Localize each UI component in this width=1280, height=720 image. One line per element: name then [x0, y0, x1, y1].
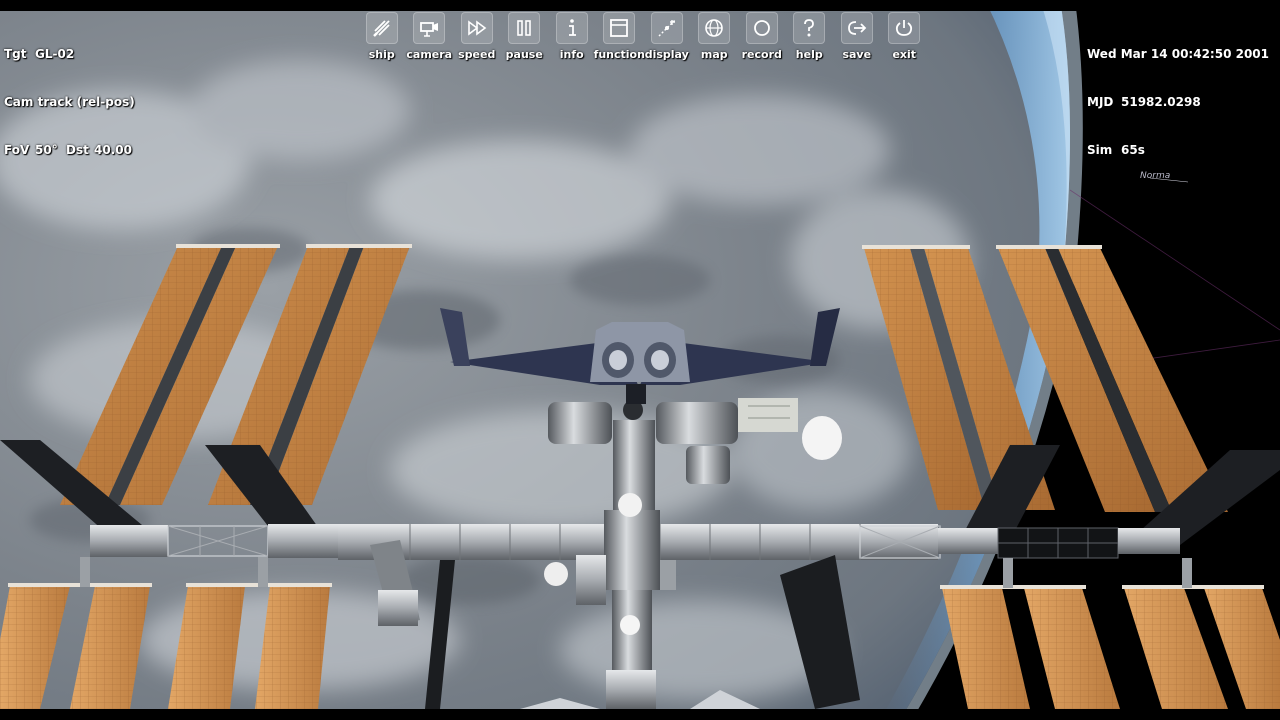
- info-label: info: [559, 48, 584, 61]
- sim-value: 65s: [1121, 143, 1145, 157]
- save-icon: [840, 12, 873, 44]
- exit-icon: [888, 12, 921, 44]
- pause-button[interactable]: pause: [501, 12, 549, 68]
- speed-icon: [460, 12, 493, 44]
- pause-icon: [508, 12, 541, 44]
- hud-datetime-row: Wed Mar 14 00:42:50 2001: [1087, 46, 1269, 62]
- info-button[interactable]: info: [548, 12, 596, 68]
- help-label: help: [795, 48, 823, 61]
- mjd-value: 51982.0298: [1121, 95, 1201, 109]
- display-button[interactable]: display: [643, 12, 691, 68]
- ship-label: ship: [368, 48, 395, 61]
- cam-mode-text: Cam track (rel-pos): [4, 95, 135, 109]
- hud-camera-row: Cam track (rel-pos): [4, 94, 135, 110]
- hud-mjd-row: MJD 51982.0298: [1087, 94, 1269, 110]
- tgt-value: GL-02: [35, 47, 75, 61]
- exit-button[interactable]: exit: [881, 12, 929, 68]
- letterbox-bottom: [0, 709, 1280, 720]
- mjd-label: MJD: [1087, 95, 1114, 109]
- exit-label: exit: [892, 48, 917, 61]
- hud-sim-row: Sim 65s: [1087, 142, 1269, 158]
- speed-button[interactable]: speed: [453, 12, 501, 68]
- record-label: record: [741, 48, 782, 61]
- letterbox-top: [0, 0, 1280, 11]
- dst-label: Dst: [66, 143, 89, 157]
- simulation-viewport[interactable]: Norma Tgt GL-02 Cam track (rel-pos) FoV 50…: [0, 0, 1280, 720]
- map-button[interactable]: map: [691, 12, 739, 68]
- map-label: map: [700, 48, 728, 61]
- hud-fov-row: FoV 50° Dst 40.00: [4, 142, 135, 158]
- display-label: display: [644, 48, 689, 61]
- save-button[interactable]: save: [833, 12, 881, 68]
- function-button[interactable]: function: [593, 12, 645, 68]
- tgt-label: Tgt: [4, 47, 27, 61]
- ship-button[interactable]: ship: [358, 12, 406, 68]
- hud-target-panel: Tgt GL-02 Cam track (rel-pos) FoV 50° Dst 40…: [4, 14, 135, 190]
- info-icon: [555, 12, 588, 44]
- datetime-text: Wed Mar 14 00:42:50 2001: [1087, 47, 1269, 61]
- ship-icon: [365, 12, 398, 44]
- map-icon: [698, 12, 731, 44]
- help-icon: [793, 12, 826, 44]
- function-label: function: [593, 48, 645, 61]
- record-icon: [745, 12, 778, 44]
- hud-target-row: Tgt GL-02: [4, 46, 135, 62]
- camera-label: camera: [406, 48, 453, 61]
- help-button[interactable]: help: [786, 12, 834, 68]
- record-button[interactable]: record: [738, 12, 786, 68]
- function-icon: [603, 12, 636, 44]
- save-label: save: [842, 48, 872, 61]
- speed-label: speed: [458, 48, 496, 61]
- dst-value: 40.00: [94, 143, 132, 157]
- pause-label: pause: [505, 48, 543, 61]
- sim-label: Sim: [1087, 143, 1113, 157]
- camera-button[interactable]: camera: [406, 12, 454, 68]
- fov-label: FoV: [4, 143, 30, 157]
- display-icon: [650, 12, 683, 44]
- fov-value: 50°: [35, 143, 58, 157]
- main-toolbar: ship camera speed pause info function di…: [358, 12, 928, 68]
- camera-icon: [413, 12, 446, 44]
- hud-time-panel: Wed Mar 14 00:42:50 2001 MJD 51982.0298 S…: [1087, 14, 1269, 190]
